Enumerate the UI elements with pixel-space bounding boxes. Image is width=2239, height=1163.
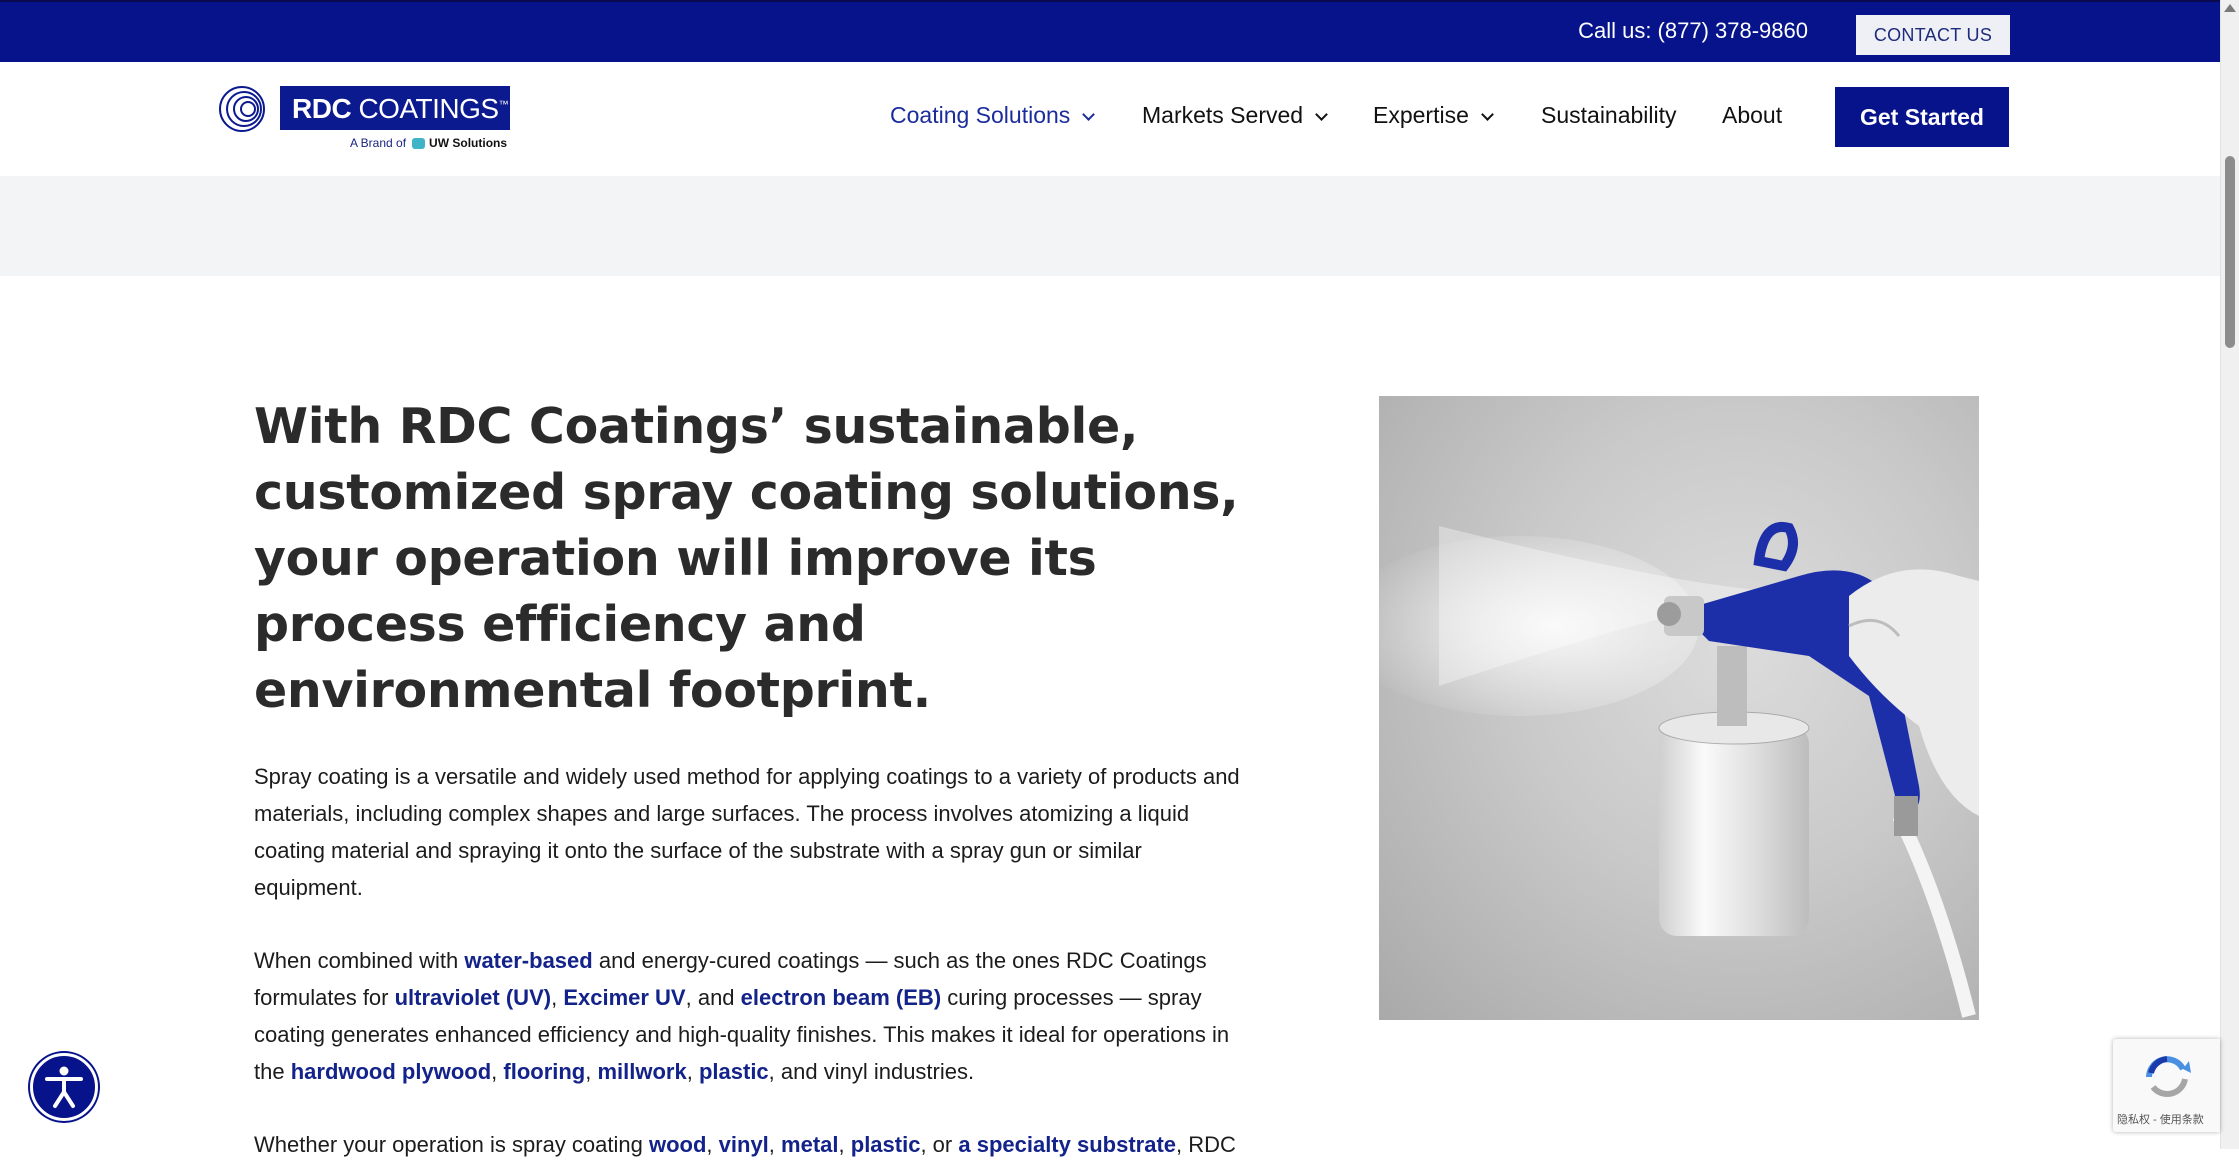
rdc-coatings-logo[interactable]: RDC COATINGS™ A Brand of UW Solutions <box>208 84 510 150</box>
substrate-paragraph: Whether your operation is spray coating … <box>254 1132 1236 1157</box>
recaptcha-terms[interactable]: 隐私权 - 使用条款 <box>2117 1111 2204 1127</box>
link-electron-beam[interactable]: electron beam (EB) <box>741 985 942 1010</box>
top-bar: Call us: (877) 378-9860 CONTACT US <box>0 0 2220 62</box>
link-water-based[interactable]: water-based <box>464 948 592 973</box>
contact-us-button[interactable]: CONTACT US <box>1856 15 2010 55</box>
site-header: RDC COATINGS™ A Brand of UW Solutions Coa… <box>0 62 2220 176</box>
scrollbar-thumb[interactable] <box>2225 156 2235 348</box>
scroll-up-arrow-icon[interactable] <box>2224 4 2236 12</box>
link-hardwood-plywood[interactable]: hardwood plywood <box>291 1059 491 1084</box>
chevron-down-icon <box>1481 108 1494 121</box>
benefits-paragraph: When combined with water-based and energ… <box>254 948 1230 1084</box>
link-vinyl[interactable]: vinyl <box>719 1132 769 1157</box>
logo-brand-line: A Brand of UW Solutions <box>350 136 508 150</box>
link-plastic-substrate[interactable]: plastic <box>851 1132 921 1157</box>
accessibility-icon <box>45 1066 83 1108</box>
link-wood[interactable]: wood <box>649 1132 706 1157</box>
spray-gun-photo <box>1379 396 1979 1020</box>
logo-mark: RDC COATINGS™ <box>208 84 510 132</box>
nav-sustainability[interactable]: Sustainability <box>1541 102 1677 129</box>
link-metal[interactable]: metal <box>781 1132 838 1157</box>
page-headline: With RDC Coatings’ sustainable, customiz… <box>254 398 1239 719</box>
link-plastic[interactable]: plastic <box>699 1059 769 1084</box>
chevron-down-icon <box>1315 108 1328 121</box>
nav-markets-served[interactable]: Markets Served <box>1142 102 1328 129</box>
hero-band <box>0 176 2220 276</box>
rings-icon <box>219 86 265 132</box>
spray-gun-illustration <box>1379 522 1979 1018</box>
nav-expertise[interactable]: Expertise <box>1373 102 1494 129</box>
get-started-button[interactable]: Get Started <box>1835 87 2009 147</box>
link-millwork[interactable]: millwork <box>597 1059 686 1084</box>
recaptcha-badge[interactable]: 隐私权 - 使用条款 <box>2113 1039 2220 1132</box>
uw-solutions-icon <box>412 138 426 150</box>
recaptcha-icon <box>2146 1056 2191 1097</box>
link-specialty-substrate[interactable]: a specialty substrate <box>958 1132 1176 1157</box>
intro-paragraph: Spray coating is a versatile and widely … <box>254 764 1240 900</box>
call-us-text[interactable]: Call us: (877) 378-9860 <box>1578 18 1808 44</box>
link-excimer-uv[interactable]: Excimer UV <box>563 985 685 1010</box>
link-flooring[interactable]: flooring <box>503 1059 585 1084</box>
link-ultraviolet[interactable]: ultraviolet (UV) <box>395 985 551 1010</box>
chevron-down-icon <box>1082 108 1096 121</box>
nav-coating-solutions[interactable]: Coating Solutions <box>890 102 1096 129</box>
logo-wordmark: RDC COATINGS™ <box>292 93 509 124</box>
accessibility-button[interactable] <box>30 1053 98 1121</box>
nav-about[interactable]: About <box>1722 102 1782 129</box>
